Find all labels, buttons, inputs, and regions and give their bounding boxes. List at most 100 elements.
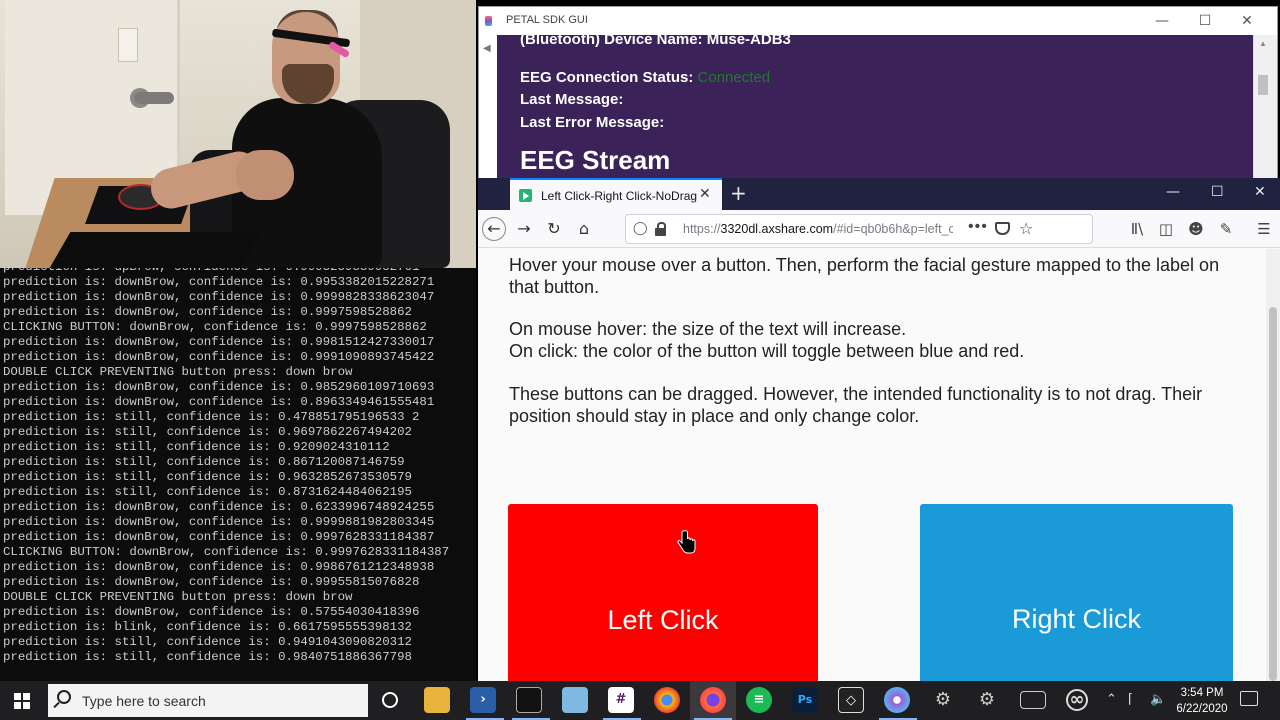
clock-date: 6/22/2020 xyxy=(1176,703,1228,715)
terminal-line: prediction is: still, confidence is: 0.8… xyxy=(3,455,405,469)
eeg-status-label: EEG Connection Status: xyxy=(520,69,694,86)
monitor-icon[interactable] xyxy=(1020,691,1046,709)
bookmark-star-icon[interactable]: ☆ xyxy=(1019,219,1033,238)
terminal-line: prediction is: downBrow, confidence is: … xyxy=(3,575,420,589)
instruction-paragraph-1: Hover your mouse over a button. Then, pe… xyxy=(509,255,1220,297)
system-clock[interactable]: 3:54 PM 6/22/2020 xyxy=(1170,685,1234,717)
last-error-label: Last Error Message: xyxy=(520,114,665,131)
terminal-line: prediction is: still, confidence is: 0.4… xyxy=(3,410,420,424)
webcam-feed xyxy=(0,0,476,268)
unity-icon[interactable]: ◇ xyxy=(838,687,864,713)
terminal-line: DOUBLE CLICK PREVENTING button press: do… xyxy=(3,365,353,379)
chrome-icon[interactable] xyxy=(654,687,680,713)
maximize-icon[interactable]: ☐ xyxy=(1194,11,1216,31)
back-arrow-icon[interactable]: ← xyxy=(482,217,506,241)
tab-bar: Left Click-Right Click-NoDrag ✕ + — ☐ ✕ xyxy=(478,178,1280,210)
tracking-shield-icon[interactable]: ◯ xyxy=(633,221,648,236)
start-button[interactable] xyxy=(0,681,45,720)
tab-close-icon[interactable]: ✕ xyxy=(699,186,711,202)
url-text[interactable]: https://3320dl.axshare.com/#id=qb0b6h&p=… xyxy=(683,222,953,236)
volume-icon[interactable]: 🔈 xyxy=(1150,692,1166,707)
spotify-icon[interactable]: ≡ xyxy=(746,687,772,713)
page-scroll-thumb[interactable] xyxy=(1269,307,1277,681)
settings-icon[interactable]: ⚙ xyxy=(930,687,956,713)
hand-cursor-icon xyxy=(677,530,696,554)
right-click-button[interactable]: Right Click xyxy=(920,504,1233,681)
terminal-line: prediction is: downBrow, confidence is: … xyxy=(3,500,435,514)
petal-scroll-thumb[interactable] xyxy=(1258,75,1268,95)
terminal-line: prediction is: downBrow, confidence is: … xyxy=(3,560,435,574)
windows-taskbar: Type here to search › # ≡ Ps ◇ ⚙ ⚙ ∞ ⌃ ⌈… xyxy=(0,681,1280,720)
petal-window-title: PETAL SDK GUI xyxy=(506,14,588,26)
account-icon[interactable]: ☻ xyxy=(1184,217,1208,241)
tab-title: Left Click-Right Click-NoDrag xyxy=(541,189,698,203)
left-click-button[interactable]: Left Click xyxy=(508,504,818,681)
terminal-window[interactable]: prediction is: upBrow, confidence is: 0.… xyxy=(0,268,476,681)
tray-chevron-up-icon[interactable]: ⌃ xyxy=(1106,692,1117,707)
terminal-line: prediction is: upBrow, confidence is: 0.… xyxy=(3,268,449,275)
terminal-line: prediction is: blink, confidence is: 0.6… xyxy=(3,620,412,634)
search-icon xyxy=(57,690,71,704)
command-prompt-icon[interactable] xyxy=(516,687,542,713)
slack-icon[interactable]: # xyxy=(608,687,634,713)
petal-icon[interactable] xyxy=(884,687,910,713)
sidebar-icon[interactable]: ◫ xyxy=(1154,217,1178,241)
photoshop-icon[interactable]: Ps xyxy=(792,687,818,713)
address-bar[interactable]: ◯ https://3320dl.axshare.com/#id=qb0b6h&… xyxy=(625,214,1093,244)
terminal-line: CLICKING BUTTON: downBrow, confidence is… xyxy=(3,320,427,334)
wifi-icon[interactable]: ⌈ xyxy=(1128,692,1133,707)
taskbar-search[interactable]: Type here to search xyxy=(48,684,368,717)
library-icon[interactable]: Ⅱ\ xyxy=(1125,217,1149,241)
pocket-icon[interactable] xyxy=(995,222,1010,235)
eeg-stream-heading: EEG Stream xyxy=(520,145,671,175)
scroll-up-icon[interactable]: ▲ xyxy=(1259,39,1267,48)
menu-icon[interactable]: ☰ xyxy=(1252,217,1276,241)
desktop-screen: prediction is: upBrow, confidence is: 0.… xyxy=(0,0,1280,720)
browser-maximize-icon[interactable]: ☐ xyxy=(1211,184,1224,200)
reload-icon[interactable]: ↻ xyxy=(542,217,566,241)
terminal-line: prediction is: still, confidence is: 0.9… xyxy=(3,650,412,664)
terminal-line: prediction is: downBrow, confidence is: … xyxy=(3,275,435,289)
petal-sdk-window[interactable]: PETAL SDK GUI — ☐ ✕ (Bluetooth) Device N… xyxy=(478,6,1278,180)
firefox-icon[interactable] xyxy=(700,687,726,713)
search-placeholder: Type here to search xyxy=(82,693,206,709)
obs-icon[interactable]: ∞ xyxy=(1066,689,1088,711)
lock-icon[interactable] xyxy=(655,222,666,236)
home-icon[interactable]: ⌂ xyxy=(572,217,596,241)
last-message-label: Last Message: xyxy=(520,91,624,108)
forward-arrow-icon[interactable]: → xyxy=(512,217,536,241)
minimize-icon[interactable]: — xyxy=(1151,11,1173,31)
terminal-line: prediction is: still, confidence is: 0.9… xyxy=(3,635,412,649)
petal-logo-icon xyxy=(485,16,492,26)
eeg-connection-status: EEG Connection Status: Connected xyxy=(520,69,770,86)
file-explorer-icon[interactable] xyxy=(424,687,450,713)
browser-close-icon[interactable]: ✕ xyxy=(1254,184,1266,200)
page-actions-icon[interactable]: ••• xyxy=(968,218,988,236)
terminal-line: prediction is: still, confidence is: 0.9… xyxy=(3,440,390,454)
browser-minimize-icon[interactable]: — xyxy=(1166,184,1180,200)
instruction-hover: On mouse hover: the size of the text wil… xyxy=(509,319,907,339)
terminal-line: prediction is: downBrow, confidence is: … xyxy=(3,380,435,394)
petal-scrollbar[interactable]: ▲ xyxy=(1253,35,1277,179)
terminal-line: prediction is: downBrow, confidence is: … xyxy=(3,515,435,529)
terminal-line: CLICKING BUTTON: downBrow, confidence is… xyxy=(3,545,450,559)
terminal-line: prediction is: downBrow, confidence is: … xyxy=(3,530,435,544)
task-view-icon[interactable] xyxy=(382,692,398,708)
close-icon[interactable]: ✕ xyxy=(1236,11,1258,31)
instruction-paragraph-3: These buttons can be dragged. However, t… xyxy=(509,384,1203,426)
new-tab-icon[interactable]: + xyxy=(730,181,747,205)
notepad-icon[interactable] xyxy=(562,687,588,713)
extension-icon[interactable]: ✎ xyxy=(1214,217,1238,241)
collapse-arrow-icon[interactable]: ◀ xyxy=(483,43,491,54)
instruction-click: On click: the color of the button will t… xyxy=(509,341,1025,361)
action-center-icon[interactable] xyxy=(1240,691,1258,706)
powershell-icon[interactable]: › xyxy=(470,687,496,713)
terminal-line: prediction is: downBrow, confidence is: … xyxy=(3,290,435,304)
terminal-line: prediction is: still, confidence is: 0.9… xyxy=(3,425,412,439)
clock-time: 3:54 PM xyxy=(1180,687,1224,699)
terminal-line: prediction is: downBrow, confidence is: … xyxy=(3,350,435,364)
tab-left-click-right-click[interactable]: Left Click-Right Click-NoDrag ✕ xyxy=(510,178,722,210)
page-scrollbar[interactable] xyxy=(1266,249,1280,681)
settings-icon[interactable]: ⚙ xyxy=(974,687,1000,713)
browser-window[interactable]: Left Click-Right Click-NoDrag ✕ + — ☐ ✕ … xyxy=(478,178,1280,681)
